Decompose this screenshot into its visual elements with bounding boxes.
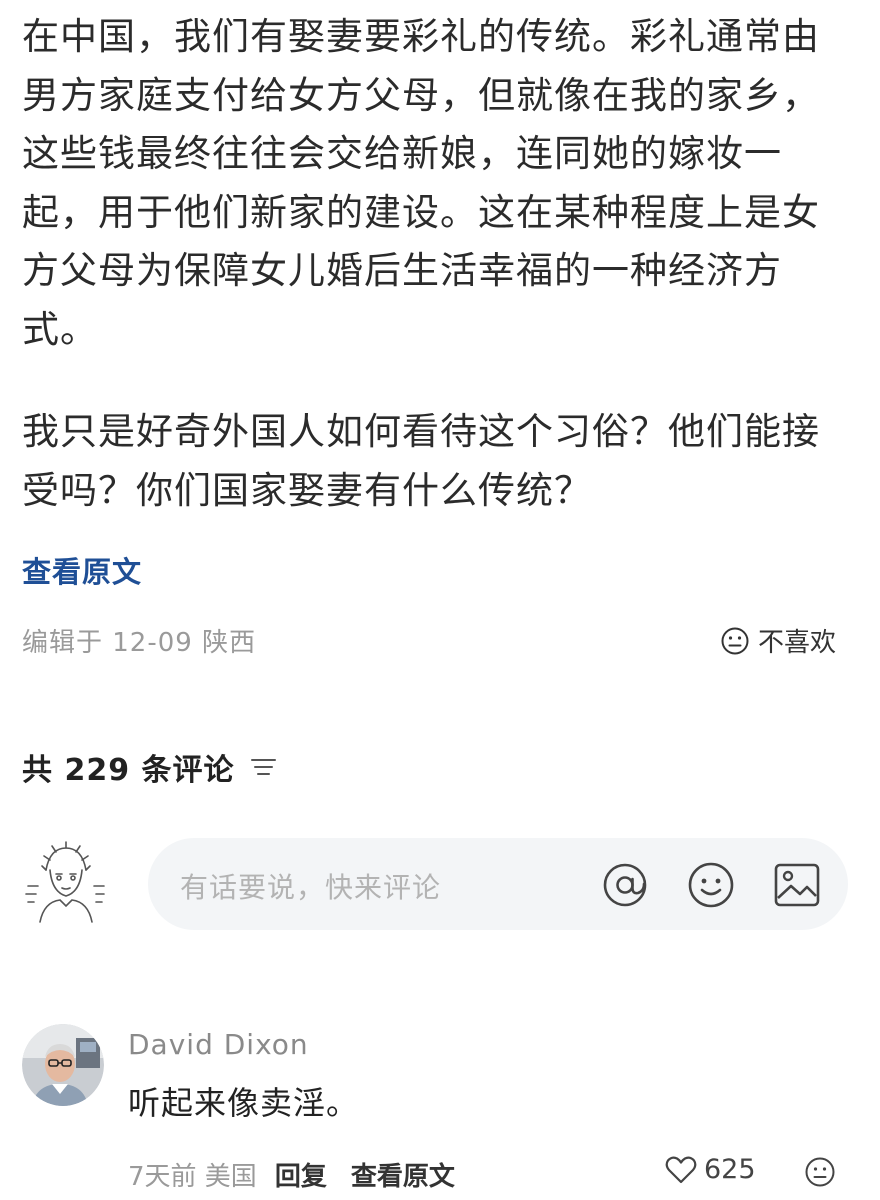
neutral-face-icon <box>721 627 749 654</box>
post-question-line: 受吗？你们国家娶妻有什么传统？ <box>22 468 592 512</box>
comments-count: 共 229 条评论 <box>22 753 235 788</box>
post-text-line: 这些钱最终往往会交给新娘，连同她的嫁妆一 <box>22 132 782 175</box>
comments-heading: 共 229 条评论 <box>22 745 279 789</box>
comment-input-placeholder[interactable]: 有话要说，快来评论 <box>180 866 441 906</box>
view-original-link[interactable]: 查看原文 <box>22 549 142 591</box>
like-button[interactable]: 625 <box>664 1154 756 1185</box>
post-edit-info: 编辑于 12-09 陕西 <box>22 628 257 658</box>
comment-dislike-icon[interactable] <box>804 1156 836 1188</box>
post-meta-row: 编辑于 12-09 陕西 不喜欢 <box>22 622 842 662</box>
sort-icon[interactable] <box>249 755 279 779</box>
comment-meta: 7天前 美国 回复 查看原文 <box>128 1156 479 1193</box>
comment-view-original-link[interactable]: 查看原文 <box>351 1156 455 1193</box>
comment-item: David Dixon 听起来像卖淫。 7天前 美国 回复 查看原文 625 <box>0 1020 880 1200</box>
post-text-line: 在中国，我们有娶妻要彩礼的传统。彩礼通常由 <box>22 15 820 58</box>
post-question-line: 我只是好奇外国人如何看待这个习俗？他们能接 <box>22 410 820 453</box>
post-text-line: 男方家庭支付给女方父母，但就像在我的家乡， <box>22 73 820 117</box>
post-text-line: 方父母为保障女儿婚后生活幸福的一种经济方 <box>22 249 782 292</box>
my-avatar[interactable] <box>20 836 108 924</box>
reply-button[interactable]: 回复 <box>275 1156 327 1193</box>
post-body: 在中国，我们有娶妻要彩礼的传统。彩礼通常由 男方家庭支付给女方父母，但就像在我的… <box>22 8 852 520</box>
like-count: 625 <box>704 1154 756 1185</box>
commenter-name[interactable]: David Dixon <box>128 1028 309 1061</box>
at-icon[interactable] <box>600 860 650 910</box>
dislike-button[interactable]: 不喜欢 <box>720 622 836 659</box>
dislike-label: 不喜欢 <box>757 628 836 658</box>
emoji-icon[interactable] <box>686 860 736 910</box>
heart-icon <box>665 1156 697 1183</box>
comment-time-location: 7天前 美国 <box>128 1162 257 1192</box>
image-icon[interactable] <box>772 860 822 910</box>
comment-input-box[interactable]: 有话要说，快来评论 <box>148 838 848 930</box>
commenter-avatar[interactable] <box>22 1024 104 1106</box>
comment-text: 听起来像卖淫。 <box>128 1084 360 1122</box>
post-text-line: 起，用于他们新家的建设。这在某种程度上是女 <box>22 190 820 234</box>
post-text-line: 式。 <box>22 307 98 351</box>
